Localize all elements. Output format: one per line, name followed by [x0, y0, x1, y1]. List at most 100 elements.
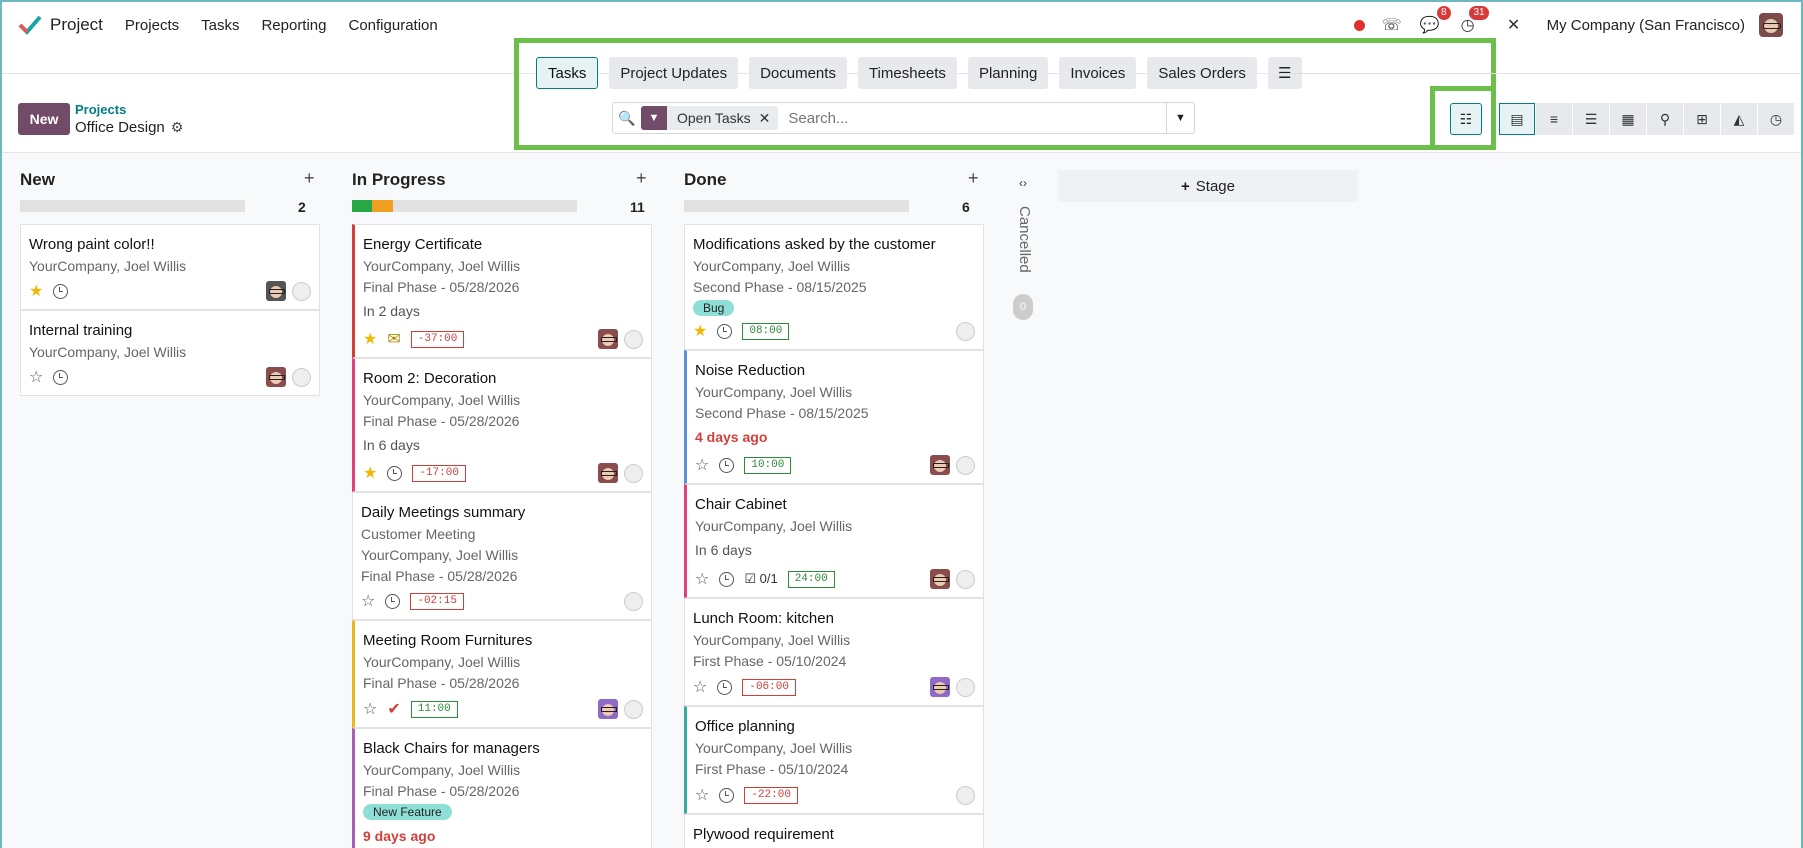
activity-view-icon[interactable]: ◷	[1758, 103, 1794, 135]
activity-clock-icon[interactable]	[717, 323, 733, 339]
activities-clock-icon[interactable]: ◷ 31	[1457, 6, 1489, 36]
kanban-card[interactable]: Office planning YourCompany, Joel Willis F…	[684, 706, 984, 814]
gear-icon[interactable]: ⚙	[171, 119, 184, 136]
user-avatar[interactable]	[1759, 13, 1783, 37]
kanban-card[interactable]: Internal training YourCompany, Joel Willi…	[20, 310, 320, 396]
subtasks-counter[interactable]: ☑ 0/1	[744, 571, 777, 587]
priority-star-icon[interactable]: ☆	[695, 785, 709, 805]
kanban-card[interactable]: Wrong paint color!! YourCompany, Joel Wil…	[20, 224, 320, 310]
activity-clock-icon[interactable]	[719, 571, 735, 587]
column-progress-bar[interactable]	[352, 200, 577, 212]
column-title[interactable]: New	[20, 170, 55, 190]
priority-star-icon[interactable]: ★	[363, 329, 377, 349]
app-brand[interactable]: Project	[18, 13, 103, 37]
assignee-avatar[interactable]	[266, 367, 286, 387]
priority-star-icon[interactable]: ☆	[695, 569, 709, 589]
recording-indicator-icon[interactable]	[1353, 19, 1365, 31]
kanban-state-circle-icon[interactable]	[956, 569, 975, 589]
priority-star-icon[interactable]: ☆	[695, 455, 709, 475]
priority-star-icon[interactable]: ★	[363, 463, 377, 483]
column-add-plus-icon[interactable]: +	[636, 168, 647, 189]
progress-segment[interactable]	[372, 200, 393, 212]
priority-star-icon[interactable]: ☆	[363, 699, 377, 719]
activity-clock-icon[interactable]	[385, 593, 401, 609]
assignee-avatar[interactable]	[598, 329, 618, 349]
kanban-state-circle-icon[interactable]	[956, 785, 975, 805]
expand-arrows-icon[interactable]: ‹›	[1013, 176, 1033, 190]
column-progress-bar[interactable]	[20, 200, 245, 212]
add-stage-button[interactable]: + Stage	[1058, 170, 1358, 202]
assignee-avatar[interactable]	[598, 463, 618, 483]
search-dropdown-caret-icon[interactable]: ▼	[1166, 103, 1194, 133]
breadcrumb-projects[interactable]: Projects	[75, 102, 126, 117]
priority-star-icon[interactable]: ★	[693, 321, 707, 341]
list-view-icon[interactable]: ≡	[1536, 103, 1572, 135]
menu-tasks[interactable]: Tasks	[201, 17, 239, 34]
calendar-view-icon[interactable]: ▦	[1610, 103, 1646, 135]
menu-projects[interactable]: Projects	[125, 17, 179, 34]
company-switcher[interactable]: My Company (San Francisco)	[1547, 17, 1745, 34]
pivot-view-icon[interactable]: ⊞	[1684, 103, 1720, 135]
tab-invoices[interactable]: Invoices	[1059, 57, 1137, 89]
facet-remove-icon[interactable]: ✕	[759, 110, 779, 127]
filter-settings-sliders-icon[interactable]: ☷	[1450, 103, 1482, 135]
folded-column-cancelled[interactable]: ‹› Cancelled 0	[1013, 176, 1033, 320]
activity-clock-icon[interactable]	[717, 679, 733, 695]
kanban-state-circle-icon[interactable]	[624, 463, 643, 483]
kanban-card[interactable]: Black Chairs for managers YourCompany, Jo…	[352, 728, 652, 848]
assignee-avatar[interactable]	[930, 677, 950, 697]
assignee-avatar[interactable]	[266, 281, 286, 301]
tab-tasks[interactable]: Tasks	[536, 57, 599, 89]
kanban-state-circle-icon[interactable]	[624, 591, 643, 611]
menu-reporting[interactable]: Reporting	[261, 17, 326, 34]
column-title[interactable]: In Progress	[352, 170, 446, 190]
kanban-card[interactable]: Energy Certificate YourCompany, Joel Will…	[352, 224, 652, 358]
envelope-icon[interactable]: ✉	[387, 329, 400, 349]
priority-star-icon[interactable]: ☆	[693, 677, 707, 697]
priority-star-icon[interactable]: ★	[29, 281, 43, 301]
tab-project-updates[interactable]: Project Updates	[609, 57, 739, 89]
tab-documents[interactable]: Documents	[749, 57, 847, 89]
tab-timesheets[interactable]: Timesheets	[857, 57, 957, 89]
activity-clock-icon[interactable]	[53, 283, 69, 299]
activity-clock-icon[interactable]	[53, 369, 69, 385]
tab-planning[interactable]: Planning	[967, 57, 1049, 89]
kanban-card[interactable]: Plywood requirement	[684, 814, 984, 848]
kanban-card[interactable]: Lunch Room: kitchen YourCompany, Joel Wil…	[684, 598, 984, 706]
gantt-view-icon[interactable]: ☰	[1573, 103, 1609, 135]
kanban-state-circle-icon[interactable]	[292, 367, 311, 387]
priority-star-icon[interactable]: ☆	[29, 367, 43, 387]
assignee-avatar[interactable]	[930, 455, 950, 475]
kanban-state-circle-icon[interactable]	[624, 699, 643, 719]
column-add-plus-icon[interactable]: +	[304, 168, 315, 189]
kanban-state-circle-icon[interactable]	[956, 677, 975, 697]
column-title[interactable]: Done	[684, 170, 727, 190]
column-progress-bar[interactable]	[684, 200, 909, 212]
assignee-avatar[interactable]	[930, 569, 950, 589]
tab-sales-orders[interactable]: Sales Orders	[1147, 57, 1257, 89]
priority-star-icon[interactable]: ☆	[361, 591, 375, 611]
kanban-card[interactable]: Meeting Room Furnitures YourCompany, Joel…	[352, 620, 652, 728]
kanban-card[interactable]: Daily Meetings summary Customer Meeting Yo…	[352, 492, 652, 620]
activity-clock-icon[interactable]	[719, 457, 735, 473]
checkmark-icon[interactable]: ✔	[387, 699, 400, 719]
search-input[interactable]	[788, 109, 1169, 127]
assignee-avatar[interactable]	[598, 699, 618, 719]
kanban-card[interactable]: Noise Reduction YourCompany, Joel Willis S…	[684, 350, 984, 484]
progress-segment[interactable]	[352, 200, 373, 212]
graph-view-icon[interactable]: ◭	[1721, 103, 1757, 135]
column-add-plus-icon[interactable]: +	[968, 168, 979, 189]
kanban-view-icon[interactable]: ▤	[1499, 103, 1535, 135]
new-button[interactable]: New	[18, 103, 70, 135]
menu-configuration[interactable]: Configuration	[349, 17, 438, 34]
activity-clock-icon[interactable]	[719, 787, 735, 803]
kanban-state-circle-icon[interactable]	[624, 329, 643, 349]
kanban-state-circle-icon[interactable]	[956, 455, 975, 475]
kanban-state-circle-icon[interactable]	[956, 321, 975, 341]
activity-clock-icon[interactable]	[387, 465, 403, 481]
kanban-card[interactable]: Modifications asked by the customer YourC…	[684, 224, 984, 350]
kanban-card[interactable]: Room 2: Decoration YourCompany, Joel Will…	[352, 358, 652, 492]
kanban-state-circle-icon[interactable]	[292, 281, 311, 301]
kanban-card[interactable]: Chair Cabinet YourCompany, Joel Willis In …	[684, 484, 984, 598]
phone-icon[interactable]: ☏	[1381, 14, 1403, 36]
